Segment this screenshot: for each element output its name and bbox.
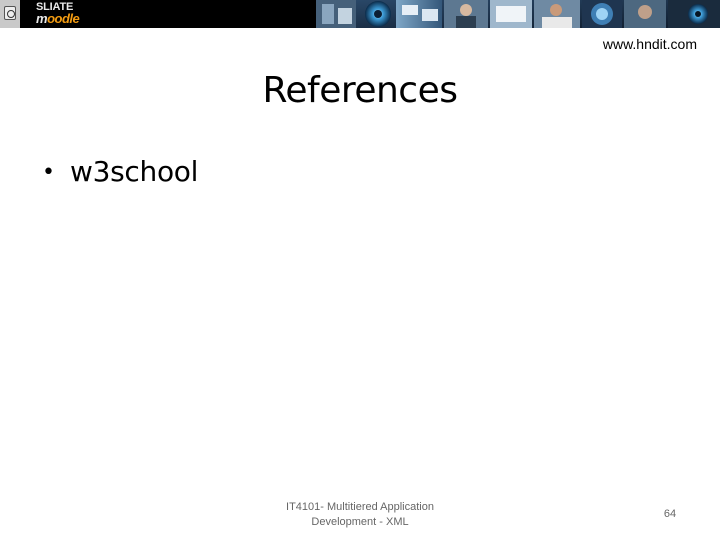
banner-photo-collage [316,0,720,28]
footer-line1: IT4101- Multitiered Application [286,501,434,513]
page-number: 64 [663,508,677,520]
bullet-text: w3school [70,155,199,188]
sliate-moodle-logo: SLIATE moodle [0,0,316,28]
website-url: www.hndit.com [602,36,697,52]
footer-line2: Development - XML [311,516,409,528]
logo-text: SLIATE moodle [36,2,80,26]
bullet-list: • w3school [42,155,198,188]
logo-line2: moodle [36,11,80,26]
header-banner: SLIATE moodle [0,0,720,28]
bullet-icon: • [42,160,55,185]
slide-footer: IT4101- Multitiered Application Developm… [270,500,450,530]
slide-title: References [262,70,458,111]
institution-seal-icon [0,0,20,28]
bullet-item: • w3school [42,155,198,188]
